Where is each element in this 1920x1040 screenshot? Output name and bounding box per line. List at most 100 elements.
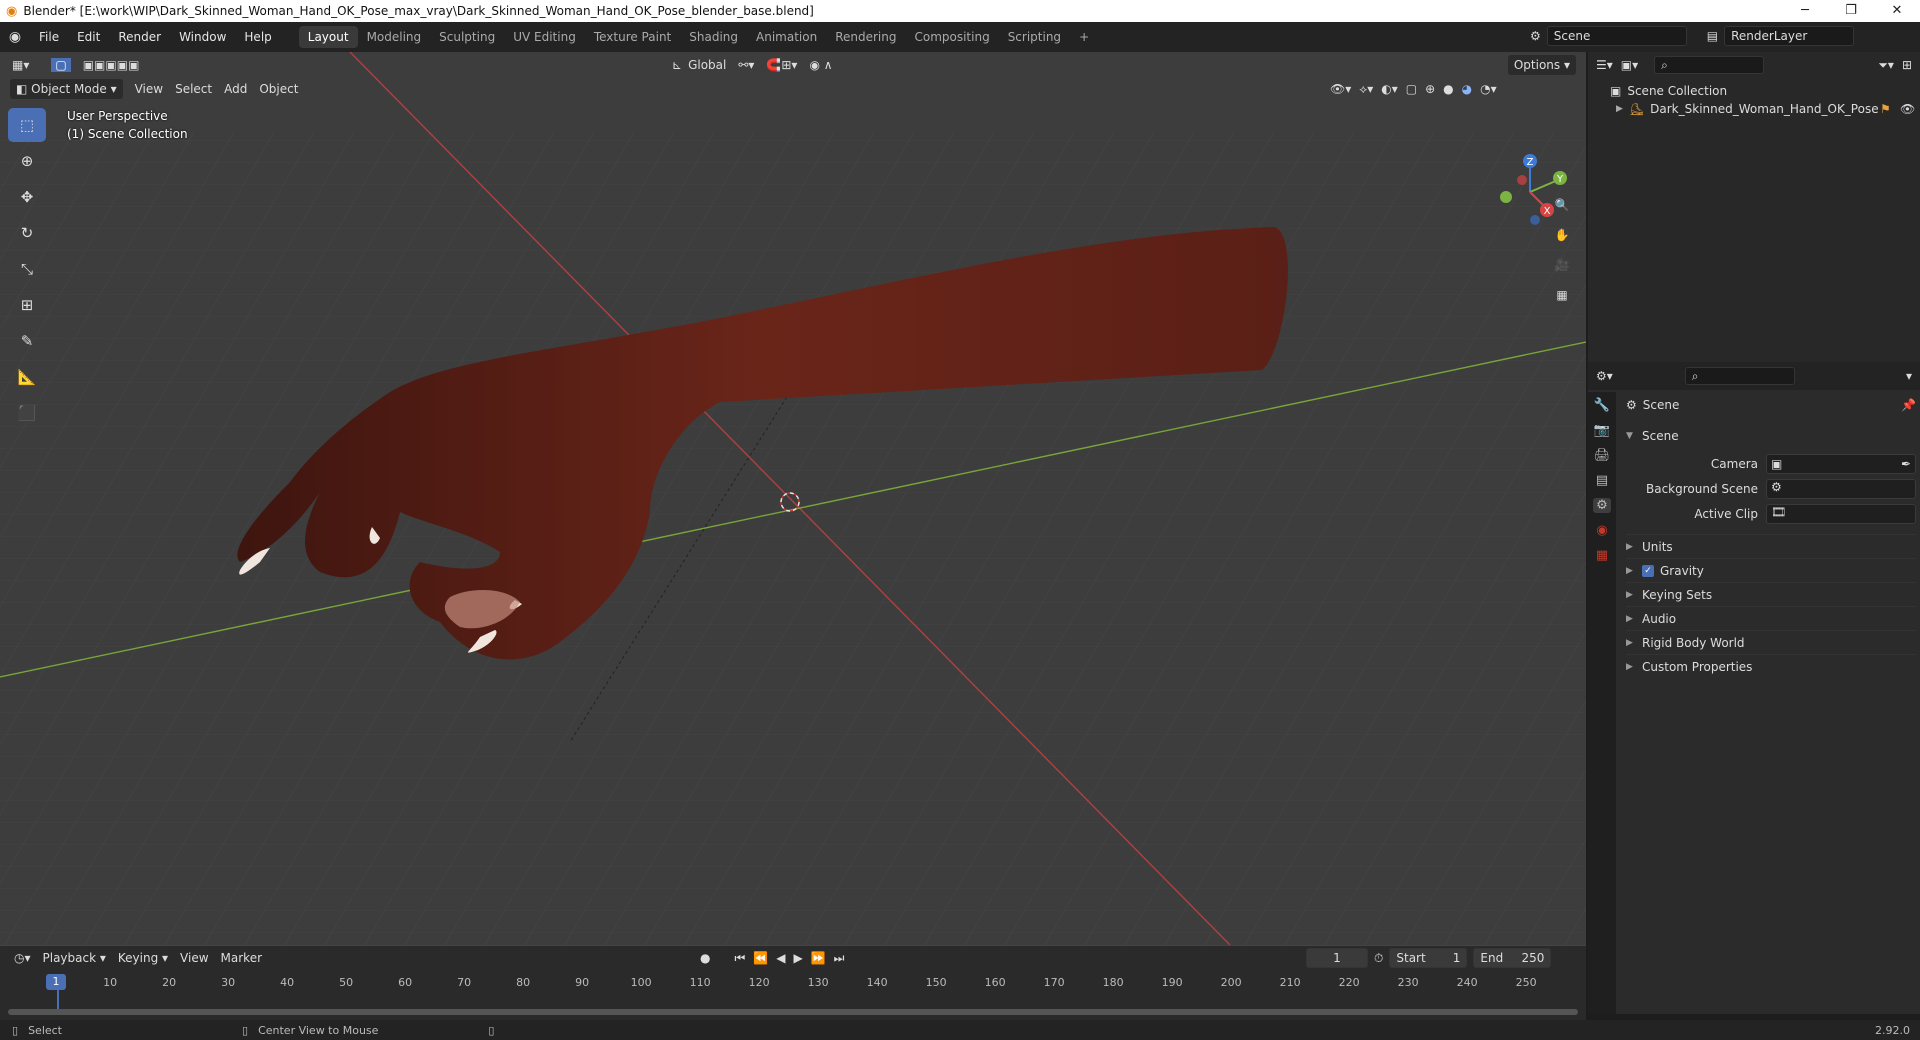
view-layer-tab-icon[interactable]: ▤ — [1596, 473, 1608, 488]
viewport-menu-view[interactable]: View — [129, 79, 169, 99]
minimize-button[interactable]: ─ — [1782, 0, 1828, 22]
outliner-row-scene-collection[interactable]: ▣ Scene Collection — [1588, 78, 1920, 98]
rotate-tool-icon[interactable]: ↻ — [8, 216, 46, 250]
timeline-view-menu[interactable]: View — [174, 948, 214, 968]
transform-tool-icon[interactable]: ⊞ — [8, 288, 46, 322]
viewport-menu-object[interactable]: Object — [253, 79, 304, 99]
close-button[interactable]: ✕ — [1874, 0, 1920, 22]
blender-menu-icon[interactable]: ◉ — [0, 29, 30, 45]
output-tab-icon[interactable]: 🖨 — [1594, 448, 1611, 463]
cursor-tool-icon[interactable]: ⊕ — [8, 144, 46, 178]
select-box-tool-icon[interactable]: ▢ — [51, 58, 71, 72]
material-shading-icon[interactable]: ◕ — [1462, 82, 1472, 96]
camera-field[interactable]: ▣ ✒ — [1766, 454, 1916, 474]
prev-keyframe-icon[interactable]: ⏪ — [753, 951, 768, 966]
scale-tool-icon[interactable]: ⤡ — [8, 252, 46, 286]
outliner-row-object[interactable]: ▶ ⛸ Dark_Skinned_Woman_Hand_OK_Pose ⚑ 👁 — [1588, 98, 1920, 118]
gizmo-neg-z-icon[interactable] — [1530, 215, 1540, 225]
wireframe-shading-icon[interactable]: ⊕ — [1425, 82, 1435, 96]
zoom-icon[interactable]: 🔍 — [1547, 190, 1577, 220]
proportional-edit-icon[interactable]: ◉ ∧ — [803, 55, 838, 75]
viewport-menu-add[interactable]: Add — [218, 79, 253, 99]
next-keyframe-icon[interactable]: ⏩ — [811, 951, 826, 966]
background-scene-field[interactable]: ⚙ — [1766, 479, 1916, 499]
tab-modeling[interactable]: Modeling — [358, 26, 431, 48]
tab-compositing[interactable]: Compositing — [905, 26, 998, 48]
scene-selector[interactable]: Scene — [1546, 26, 1687, 46]
jump-start-icon[interactable]: ⏮ — [734, 951, 745, 966]
move-tool-icon[interactable]: ✥ — [8, 180, 46, 214]
expand-arrow-icon[interactable]: ▶ — [1616, 104, 1623, 114]
tool-tab-icon[interactable]: 🔧 — [1594, 398, 1610, 413]
new-collection-icon[interactable]: ⊞ — [1902, 58, 1912, 72]
start-frame-field[interactable]: Start 1 — [1389, 948, 1468, 968]
menu-window[interactable]: Window — [170, 22, 235, 52]
xray-icon[interactable]: ▢ — [1406, 82, 1417, 96]
measure-tool-icon[interactable]: 📐 — [8, 360, 46, 394]
pose-icon[interactable]: ⚑ — [1880, 102, 1891, 116]
render-tab-icon[interactable]: 📷 — [1594, 423, 1610, 438]
camera-view-icon[interactable]: 🎥 — [1547, 250, 1577, 280]
outliner-search-input[interactable]: ⌕ — [1654, 56, 1765, 74]
solid-shading-icon[interactable]: ● — [1443, 82, 1453, 96]
scene-tab-icon[interactable]: ⚙ — [1593, 498, 1611, 513]
menu-help[interactable]: Help — [235, 22, 280, 52]
tab-shading[interactable]: Shading — [680, 26, 747, 48]
editor-type-icon[interactable]: ▦▾ — [6, 55, 35, 75]
playhead[interactable]: 1 — [46, 974, 66, 990]
select-tool-icon[interactable]: ⬚ — [8, 108, 46, 142]
object-mode-dropdown[interactable]: ◧ Object Mode ▾ — [10, 79, 123, 99]
units-panel[interactable]: ▶ Units — [1626, 534, 1916, 558]
outliner-editor-icon[interactable]: ☰▾ — [1596, 58, 1613, 72]
playback-menu[interactable]: Playback ▾ — [37, 948, 112, 968]
custom-properties-panel[interactable]: ▶ Custom Properties — [1626, 654, 1916, 678]
timeline-scrollbar[interactable] — [8, 1009, 1578, 1015]
properties-editor-icon[interactable]: ⚙▾ — [1596, 369, 1613, 383]
gizmo-neg-y-icon[interactable] — [1500, 191, 1512, 203]
gravity-checkbox[interactable]: ✓ — [1642, 564, 1654, 577]
play-icon[interactable]: ▶ — [793, 951, 802, 966]
tab-texture-paint[interactable]: Texture Paint — [585, 26, 680, 48]
properties-search-input[interactable]: ⌕ — [1684, 367, 1795, 385]
keying-menu[interactable]: Keying ▾ — [112, 948, 174, 968]
gizmo-neg-x-icon[interactable] — [1517, 175, 1527, 185]
visibility-icon[interactable]: 👁▾ — [1330, 82, 1351, 96]
scene-section-header[interactable]: ▼ Scene — [1626, 424, 1916, 448]
tab-scripting[interactable]: Scripting — [999, 26, 1070, 48]
properties-options-icon[interactable]: ▾ — [1906, 369, 1912, 383]
gizmo-toggle-icon[interactable]: ⟡▾ — [1359, 82, 1373, 97]
end-frame-field[interactable]: End 250 — [1473, 948, 1552, 968]
menu-edit[interactable]: Edit — [68, 22, 109, 52]
menu-file[interactable]: File — [30, 22, 68, 52]
marker-menu[interactable]: Marker — [215, 948, 268, 968]
record-icon[interactable]: ● — [700, 951, 710, 966]
jump-end-icon[interactable]: ⏭ — [834, 951, 845, 966]
rendered-shading-icon[interactable]: ◔▾ — [1480, 82, 1497, 96]
maximize-button[interactable]: ❐ — [1828, 0, 1874, 22]
stopwatch-icon[interactable]: ⏱ — [1374, 951, 1383, 966]
texture-tab-icon[interactable]: ▦ — [1596, 548, 1608, 563]
timeline-editor-icon[interactable]: ◷▾ — [8, 948, 37, 968]
active-clip-field[interactable]: 🎞 — [1766, 504, 1916, 524]
ortho-grid-icon[interactable]: ▦ — [1547, 280, 1577, 310]
filter-icon[interactable]: ⏷▾ — [1878, 58, 1894, 73]
tab-uv-editing[interactable]: UV Editing — [504, 26, 585, 48]
select-mode-icons[interactable]: ▣▣▣▣▣ — [77, 55, 146, 75]
display-mode-icon[interactable]: ▣▾ — [1621, 58, 1638, 72]
gravity-panel[interactable]: ▶ ✓ Gravity — [1626, 558, 1916, 582]
eye-visibility-icon[interactable]: 👁 — [1900, 102, 1915, 116]
timeline-editor[interactable]: ◷▾ Playback ▾ Keying ▾ View Marker ● ⏮ ⏪… — [0, 945, 1586, 1020]
play-reverse-icon[interactable]: ◀ — [776, 951, 785, 966]
menu-render[interactable]: Render — [109, 22, 170, 52]
viewport-canvas[interactable]: Z Y X — [0, 52, 1586, 945]
tab-rendering[interactable]: Rendering — [826, 26, 905, 48]
tab-sculpting[interactable]: Sculpting — [430, 26, 504, 48]
add-workspace-button[interactable]: + — [1070, 26, 1098, 48]
pan-hand-icon[interactable]: ✋ — [1547, 220, 1577, 250]
options-dropdown[interactable]: Options ▾ — [1507, 55, 1576, 75]
3d-viewport[interactable]: Z Y X — [0, 52, 1586, 945]
rigid-body-world-panel[interactable]: ▶ Rigid Body World — [1626, 630, 1916, 654]
overlay-toggle-icon[interactable]: ◐▾ — [1381, 82, 1398, 96]
tab-animation[interactable]: Animation — [747, 26, 826, 48]
pivot-icon[interactable]: ⚯▾ — [732, 55, 760, 75]
